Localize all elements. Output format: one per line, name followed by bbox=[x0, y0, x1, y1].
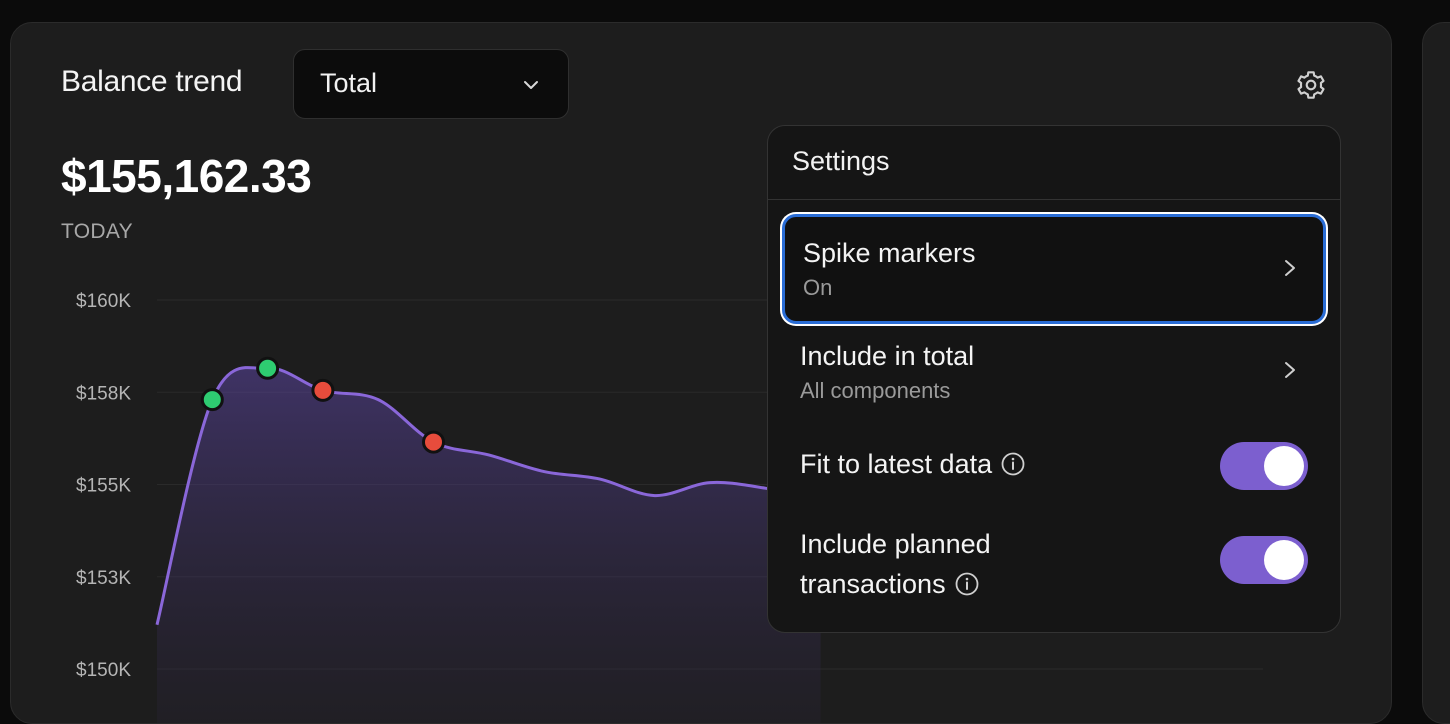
spike-down-marker[interactable] bbox=[422, 430, 445, 454]
spike-markers-value: On bbox=[803, 275, 833, 300]
fit-to-latest-data-text: Fit to latest data bbox=[800, 449, 993, 479]
balance-caption: TODAY bbox=[61, 220, 133, 243]
spike-down-marker[interactable] bbox=[311, 378, 335, 402]
gear-icon[interactable] bbox=[1295, 69, 1327, 101]
y-tick-label: $155K bbox=[76, 476, 131, 497]
current-balance: $155,162.33 bbox=[61, 150, 312, 202]
info-icon[interactable] bbox=[1000, 451, 1026, 477]
widget-title: Balance trend bbox=[61, 65, 243, 98]
toggle-knob bbox=[1264, 446, 1304, 486]
spike-up-marker[interactable] bbox=[256, 356, 280, 380]
y-tick-label: $158K bbox=[76, 383, 131, 404]
popover-divider bbox=[768, 199, 1340, 200]
include-planned-label-line2: transactions bbox=[800, 569, 946, 599]
spike-markers-label: Spike markers bbox=[803, 238, 976, 268]
include-planned-label-line2-wrap: transactions bbox=[800, 564, 980, 604]
fit-to-latest-data-label: Fit to latest data bbox=[800, 444, 1026, 484]
chevron-right-icon bbox=[1285, 362, 1295, 378]
adjacent-card bbox=[1422, 22, 1450, 724]
include-planned-label-line1: Include planned bbox=[800, 529, 991, 559]
balance-trend-card: $160K $158K $155K $153K $150K Balance trend … bbox=[10, 22, 1392, 724]
include-in-total-value: All components bbox=[800, 378, 951, 403]
include-in-total-row[interactable]: Include in total All components bbox=[782, 322, 1326, 422]
chevron-down-icon bbox=[524, 81, 538, 89]
dropdown-selected-value: Total bbox=[320, 68, 378, 98]
component-dropdown[interactable]: Total bbox=[293, 49, 569, 119]
balance-area bbox=[157, 367, 821, 723]
spike-markers-row[interactable]: Spike markers On bbox=[782, 214, 1326, 324]
fit-to-latest-data-toggle[interactable] bbox=[1220, 442, 1308, 490]
settings-popover: Settings Spike markers On Include in tot… bbox=[767, 125, 1341, 633]
include-planned-transactions-toggle[interactable] bbox=[1220, 536, 1308, 584]
spike-up-marker[interactable] bbox=[200, 388, 224, 412]
y-tick-label: $153K bbox=[76, 568, 131, 589]
chevron-right-icon bbox=[1285, 260, 1295, 276]
info-icon[interactable] bbox=[954, 571, 980, 597]
toggle-knob bbox=[1264, 540, 1304, 580]
include-in-total-label: Include in total bbox=[800, 341, 975, 371]
fit-to-latest-data-row: Fit to latest data bbox=[782, 430, 1326, 500]
include-planned-transactions-row: Include planned transactions bbox=[782, 520, 1326, 616]
y-tick-label: $150K bbox=[76, 660, 131, 681]
popover-title: Settings bbox=[792, 146, 890, 176]
y-tick-label: $160K bbox=[76, 291, 131, 312]
